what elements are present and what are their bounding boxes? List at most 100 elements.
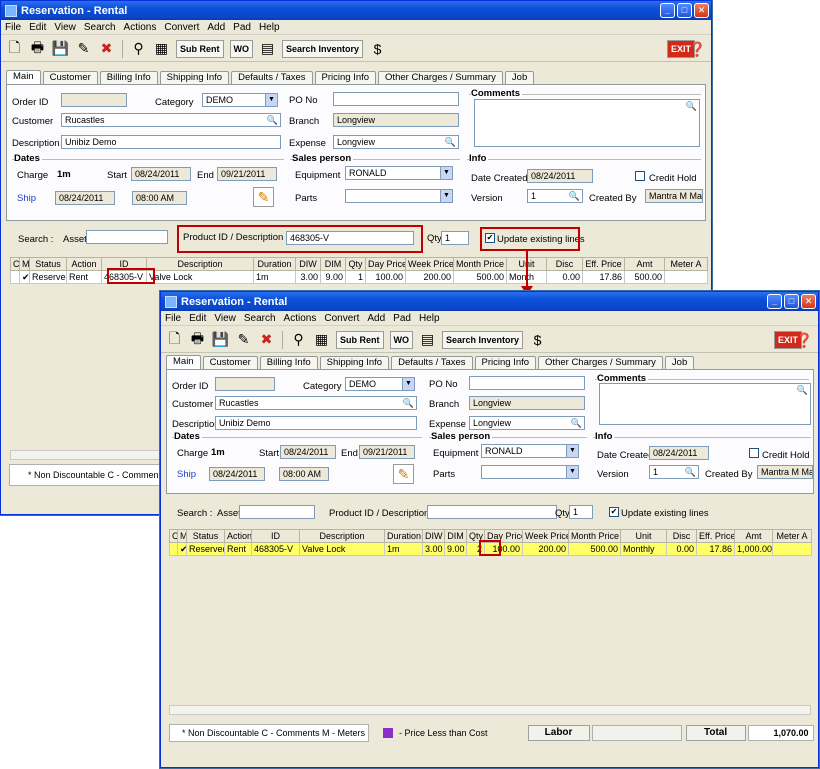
grid-icon[interactable]: ▦	[311, 330, 332, 350]
search-icon[interactable]: 🔍	[571, 417, 582, 429]
col-week-price[interactable]: Week Price	[405, 257, 454, 271]
menu-view[interactable]: View	[54, 22, 76, 33]
cell-disc[interactable]: 0.00	[666, 542, 697, 556]
tab-other-charges[interactable]: Other Charges / Summary	[538, 356, 663, 369]
qty-input[interactable]: 1	[441, 231, 469, 245]
menu-edit[interactable]: Edit	[29, 22, 46, 33]
menu-search[interactable]: Search	[244, 313, 276, 324]
title-bar[interactable]: Reservation - Rental _ □ ✕	[161, 292, 818, 311]
comments-textarea[interactable]: 🔍	[599, 383, 811, 425]
menu-search[interactable]: Search	[84, 22, 116, 33]
cell-m[interactable]: ✔	[177, 542, 187, 556]
tab-other-charges[interactable]: Other Charges / Summary	[378, 71, 503, 84]
search-icon[interactable]: 🔍	[569, 190, 580, 202]
category-select[interactable]: DEMO ▼	[202, 93, 278, 107]
col-m[interactable]: M	[19, 257, 30, 271]
po-field[interactable]	[469, 376, 585, 390]
cell-c[interactable]	[10, 270, 20, 284]
tab-shipping-info[interactable]: Shipping Info	[319, 356, 390, 369]
ship-label[interactable]: Ship	[17, 193, 36, 204]
cell-duration[interactable]: 1m	[384, 542, 423, 556]
menu-convert[interactable]: Convert	[164, 22, 199, 33]
menu-add[interactable]: Add	[367, 313, 385, 324]
cell-dim[interactable]: 9.00	[444, 542, 467, 556]
menu-file[interactable]: File	[5, 22, 21, 33]
search-icon[interactable]: 🔍	[686, 100, 697, 112]
tab-defaults-taxes[interactable]: Defaults / Taxes	[391, 356, 473, 369]
close-button[interactable]: ✕	[801, 294, 816, 309]
cell-duration[interactable]: 1m	[253, 270, 296, 284]
col-month-price[interactable]: Month Price	[568, 529, 621, 543]
cell-meter[interactable]	[664, 270, 708, 284]
delete-icon[interactable]: ✖	[256, 330, 277, 350]
cell-disc[interactable]: 0.00	[546, 270, 583, 284]
tab-pricing-info[interactable]: Pricing Info	[474, 356, 537, 369]
dollar-icon[interactable]: $	[527, 330, 548, 350]
edit-pencil-icon[interactable]: ✎	[73, 39, 94, 59]
cell-month-price[interactable]: 500.00	[568, 542, 621, 556]
cell-eff-price[interactable]: 17.86	[582, 270, 625, 284]
cell-month-price[interactable]: 500.00	[453, 270, 507, 284]
total-button[interactable]: Total	[685, 725, 746, 741]
end-date-field[interactable]: 09/21/2011	[217, 167, 277, 181]
search-icon[interactable]: 🔍	[267, 114, 278, 126]
tab-customer[interactable]: Customer	[202, 356, 258, 369]
cell-c[interactable]	[169, 542, 178, 556]
cell-action[interactable]: Rent	[66, 270, 102, 284]
asset-input[interactable]	[239, 505, 315, 519]
close-button[interactable]: ✕	[694, 3, 709, 18]
col-week-price[interactable]: Week Price	[522, 529, 569, 543]
ship-date-field[interactable]: 08/24/2011	[55, 191, 115, 205]
col-month-price[interactable]: Month Price	[453, 257, 507, 271]
chevron-down-icon[interactable]: ▼	[402, 378, 414, 390]
menu-help[interactable]: Help	[259, 22, 280, 33]
category-select[interactable]: DEMO ▼	[345, 377, 415, 391]
delete-icon[interactable]: ✖	[96, 39, 117, 59]
col-meter[interactable]: Meter A	[664, 257, 708, 271]
chevron-down-icon[interactable]: ▼	[566, 445, 578, 457]
col-m[interactable]: M	[177, 529, 187, 543]
po-field[interactable]	[333, 92, 459, 106]
menu-edit[interactable]: Edit	[189, 313, 206, 324]
col-dim[interactable]: DIM	[320, 257, 346, 271]
col-duration[interactable]: Duration	[253, 257, 296, 271]
chevron-down-icon[interactable]: ▼	[265, 94, 277, 106]
order-id-field[interactable]	[215, 377, 275, 391]
col-action[interactable]: Action	[66, 257, 102, 271]
labor-button[interactable]: Labor	[527, 725, 590, 741]
product-input[interactable]	[427, 505, 557, 519]
search-inventory-button[interactable]: Search Inventory	[442, 330, 524, 349]
start-date-field[interactable]: 08/24/2011	[131, 167, 191, 181]
tab-job[interactable]: Job	[664, 356, 695, 369]
minimize-button[interactable]: _	[767, 294, 782, 309]
col-dim[interactable]: DIM	[444, 529, 467, 543]
cell-m[interactable]: ✔	[19, 270, 30, 284]
cell-meter[interactable]	[772, 542, 812, 556]
menu-add[interactable]: Add	[207, 22, 225, 33]
col-c[interactable]: C	[10, 257, 20, 271]
help-icon[interactable]: ❓	[794, 330, 815, 350]
cell-qty[interactable]: 1	[345, 270, 366, 284]
search-icon[interactable]: 🔍	[685, 466, 696, 478]
col-action[interactable]: Action	[224, 529, 252, 543]
ship-date-field[interactable]: 08/24/2011	[209, 467, 265, 481]
credit-hold-checkbox[interactable]	[749, 448, 759, 458]
parts-select[interactable]: ▼	[481, 465, 579, 479]
ship-time-field[interactable]: 08:00 AM	[279, 467, 329, 481]
save-icon[interactable]: 💾	[50, 39, 71, 59]
chevron-down-icon[interactable]: ▼	[566, 466, 578, 478]
menu-actions[interactable]: Actions	[284, 313, 317, 324]
cell-amt[interactable]: 1,000.00	[734, 542, 773, 556]
expense-field[interactable]: Longview 🔍	[333, 135, 459, 149]
col-status[interactable]: Status	[29, 257, 67, 271]
col-eff-price[interactable]: Eff. Price	[582, 257, 625, 271]
customer-field[interactable]: Rucastles 🔍	[61, 113, 281, 127]
cell-action[interactable]: Rent	[224, 542, 252, 556]
wo-button[interactable]: WO	[229, 39, 253, 58]
col-status[interactable]: Status	[186, 529, 225, 543]
tab-shipping-info[interactable]: Shipping Info	[159, 71, 230, 84]
menu-pad[interactable]: Pad	[233, 22, 251, 33]
order-id-field[interactable]	[61, 93, 127, 107]
col-unit[interactable]: Unit	[620, 529, 667, 543]
search-icon[interactable]: 🔍	[797, 384, 808, 396]
